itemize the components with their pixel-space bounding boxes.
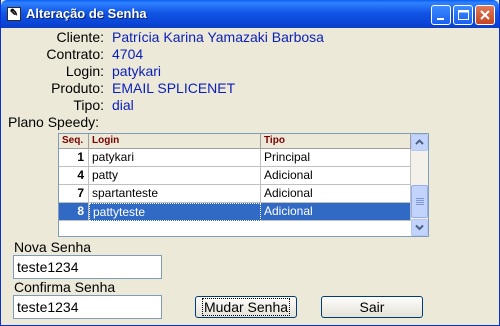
- contrato-value: 4704: [112, 46, 144, 62]
- produto-label: Produto:: [51, 80, 104, 96]
- table-row[interactable]: 4 patty Adicional: [59, 167, 411, 185]
- tipo-label: Tipo:: [73, 97, 104, 113]
- mudar-senha-label: Mudar Senha: [201, 298, 291, 316]
- login-label: Login:: [65, 63, 104, 79]
- cell-login: spartanteste: [89, 185, 261, 203]
- table-row[interactable]: 1 patykari Principal: [59, 149, 411, 167]
- cell-tipo: Principal: [261, 149, 411, 167]
- maximize-button[interactable]: [453, 5, 473, 25]
- header-login[interactable]: Login: [89, 134, 261, 148]
- header-seq[interactable]: Seq.: [59, 134, 89, 148]
- cell-seq: 1: [59, 149, 89, 167]
- pencil-icon[interactable]: ✎: [7, 7, 21, 21]
- cliente-value: Patrícia Karina Yamazaki Barbosa: [112, 29, 324, 45]
- cell-seq: 8: [59, 203, 89, 221]
- logins-grid[interactable]: Seq. Login Tipo 1 patykari Principal 4 p…: [58, 133, 429, 237]
- cell-tipo: Adicional: [261, 185, 411, 203]
- plano-speedy-label: Plano Speedy:: [8, 114, 100, 130]
- produto-value: EMAIL SPLICENET: [112, 80, 236, 96]
- scroll-thumb[interactable]: [411, 185, 428, 218]
- grid-scrollbar[interactable]: [411, 134, 428, 236]
- contrato-label: Contrato:: [46, 46, 104, 62]
- cell-tipo: Adicional: [261, 167, 411, 185]
- scroll-down-button[interactable]: [411, 219, 428, 236]
- nova-senha-input[interactable]: [13, 255, 162, 279]
- tipo-value: dial: [112, 97, 134, 113]
- minimize-button[interactable]: [431, 5, 451, 25]
- cell-seq: 7: [59, 185, 89, 203]
- table-row-selected[interactable]: 8 pattyteste Adicional: [59, 203, 411, 221]
- close-button[interactable]: [475, 5, 495, 25]
- title-bar[interactable]: ✎ Alteração de Senha: [1, 0, 499, 28]
- sair-button[interactable]: Sair: [321, 296, 423, 318]
- close-icon: [480, 10, 490, 20]
- header-tipo[interactable]: Tipo: [261, 134, 411, 148]
- cell-seq: 4: [59, 167, 89, 185]
- nova-senha-label: Nova Senha: [14, 239, 92, 255]
- cell-tipo: Adicional: [261, 203, 411, 221]
- table-row[interactable]: 7 spartanteste Adicional: [59, 185, 411, 203]
- chevron-down-icon: [415, 224, 424, 231]
- cell-login: patykari: [89, 149, 261, 167]
- minimize-icon: [437, 18, 444, 20]
- maximize-icon: [458, 10, 469, 20]
- confirma-senha-label: Confirma Senha: [14, 279, 116, 295]
- dialog-window: ✎ Alteração de Senha Cliente: Patrícia K…: [0, 0, 500, 326]
- chevron-up-icon: [415, 139, 424, 145]
- cliente-label: Cliente:: [56, 29, 104, 45]
- cell-login: pattyteste: [89, 203, 261, 221]
- window-title: Alteração de Senha: [26, 6, 147, 21]
- login-value: patykari: [112, 63, 162, 79]
- confirma-senha-input[interactable]: [13, 295, 162, 319]
- cell-login: patty: [89, 167, 261, 185]
- scroll-up-button[interactable]: [411, 134, 428, 151]
- mudar-senha-button[interactable]: Mudar Senha: [195, 296, 297, 318]
- grid-header: Seq. Login Tipo: [59, 134, 411, 149]
